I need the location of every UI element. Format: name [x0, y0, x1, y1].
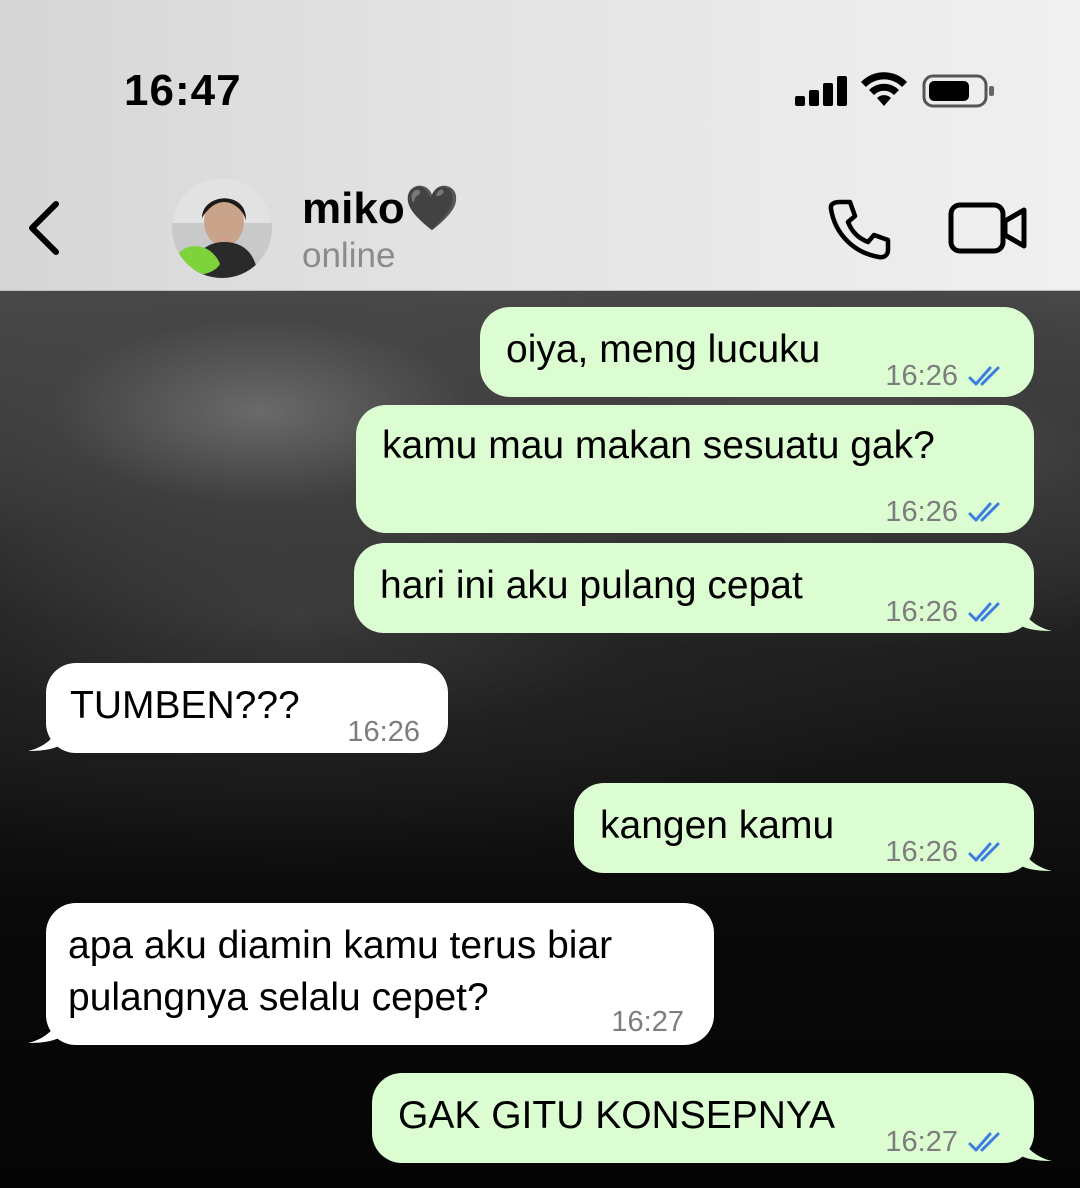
message-text: kamu mau makan sesuatu gak?	[382, 424, 935, 467]
message-time: 16:26	[885, 360, 958, 392]
message-meta: 16:26	[885, 351, 1008, 401]
read-receipt-icon	[968, 602, 1000, 622]
avatar[interactable]	[172, 178, 272, 278]
contact-name[interactable]: miko🖤	[302, 182, 459, 234]
message-bubble-outgoing[interactable]: oiya, meng lucuku 16:26	[480, 307, 1034, 397]
video-icon[interactable]	[948, 202, 1028, 254]
message-bubble-incoming[interactable]: TUMBEN??? 16:26	[46, 663, 448, 753]
back-icon[interactable]	[22, 196, 72, 260]
read-receipt-icon	[968, 1132, 1000, 1152]
bubble-tail	[1016, 597, 1052, 631]
top-bar: 16:47 miko🖤 online	[0, 0, 1080, 291]
bubble-tail	[1016, 837, 1052, 871]
message-time: 16:27	[611, 1006, 684, 1038]
message-bubble-outgoing[interactable]: hari ini aku pulang cepat 16:26	[354, 543, 1034, 633]
bubble-tail	[28, 717, 64, 751]
message-time: 16:26	[885, 596, 958, 628]
read-receipt-icon	[968, 366, 1000, 386]
status-time: 16:47	[124, 66, 242, 115]
message-meta: 16:26	[885, 487, 1008, 537]
message-meta: 16:27	[885, 1117, 1008, 1167]
chat-area[interactable]: oiya, meng lucuku 16:26 kamu mau makan s…	[0, 291, 1080, 1188]
contact-status: online	[302, 236, 396, 275]
message-text: apa aku diamin kamu terus biar	[68, 924, 613, 967]
message-meta: 16:27	[611, 997, 684, 1047]
read-receipt-icon	[968, 842, 1000, 862]
message-text: kangen kamu	[600, 804, 835, 847]
message-text-line-2: pulangnya selalu cepet?	[68, 976, 489, 1019]
wifi-icon	[861, 72, 907, 106]
message-time: 16:26	[885, 836, 958, 868]
message-time: 16:27	[885, 1126, 958, 1158]
bubble-tail	[28, 1009, 64, 1043]
message-bubble-incoming[interactable]: apa aku diamin kamu terus biar pulangnya…	[46, 903, 714, 1045]
message-text: TUMBEN???	[70, 684, 300, 727]
message-text: hari ini aku pulang cepat	[380, 564, 803, 607]
message-time: 16:26	[347, 716, 420, 748]
bubble-tail	[1016, 1127, 1052, 1161]
message-meta: 16:26	[885, 827, 1008, 877]
message-bubble-outgoing[interactable]: GAK GITU KONSEPNYA 16:27	[372, 1073, 1034, 1163]
message-text: oiya, meng lucuku	[506, 328, 821, 371]
battery-icon	[922, 74, 994, 108]
message-time: 16:26	[885, 496, 958, 528]
phone-icon[interactable]	[826, 196, 892, 262]
read-receipt-icon	[968, 502, 1000, 522]
message-meta: 16:26	[347, 707, 420, 757]
message-meta: 16:26	[885, 587, 1008, 637]
signal-icon	[795, 76, 847, 106]
message-bubble-outgoing[interactable]: kamu mau makan sesuatu gak? 16:26	[356, 405, 1034, 533]
message-text: GAK GITU KONSEPNYA	[398, 1094, 836, 1137]
message-bubble-outgoing[interactable]: kangen kamu 16:26	[574, 783, 1034, 873]
